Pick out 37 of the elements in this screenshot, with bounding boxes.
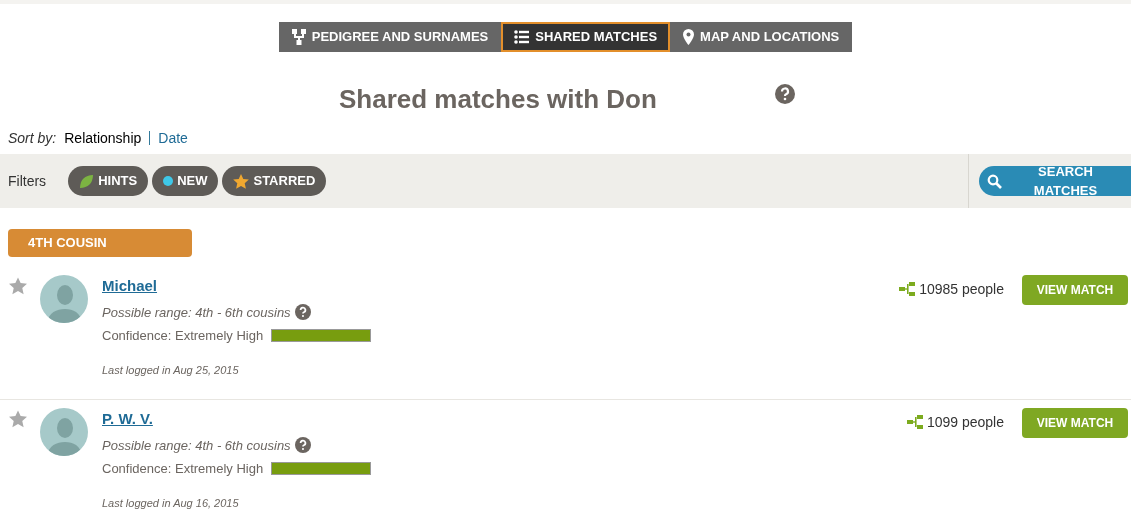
sort-label: Sort by:	[8, 128, 57, 148]
last-login: Last logged in Aug 25, 2015	[102, 362, 240, 378]
help-icon	[775, 84, 795, 104]
help-icon[interactable]	[294, 304, 311, 321]
confidence-text: Confidence: Extremely High	[102, 327, 264, 345]
avatar	[40, 275, 88, 323]
tree-size: 10985 people	[919, 279, 1004, 299]
tab[interactable]: SHARED MATCHES	[501, 22, 671, 52]
filter-button[interactable]: STARRED	[222, 166, 327, 196]
star-icon[interactable]	[9, 410, 27, 428]
match-name-link[interactable]: Michael	[102, 275, 158, 298]
location-pin-icon	[683, 29, 695, 45]
sort-option[interactable]: Relationship	[64, 127, 142, 149]
dot-icon	[163, 176, 174, 186]
group-header: 4TH COUSIN	[8, 229, 192, 257]
sort-option[interactable]: Date	[158, 127, 188, 149]
leaf-icon	[79, 173, 95, 189]
tree-icon	[906, 415, 924, 429]
possible-range: Possible range: 4th - 6th cousins	[102, 436, 291, 455]
confidence-text: Confidence: Extremely High	[102, 460, 264, 478]
avatar	[40, 408, 88, 456]
star-icon[interactable]	[9, 277, 27, 295]
match-name-link[interactable]: P. W. V.	[102, 408, 153, 431]
list-icon	[514, 30, 530, 44]
possible-range: Possible range: 4th - 6th cousins	[102, 303, 291, 322]
tree-icon	[899, 282, 917, 296]
filter-button[interactable]: NEW	[152, 166, 219, 196]
search-matches-button[interactable]: SEARCH MATCHES	[979, 166, 1131, 196]
star-icon	[233, 173, 250, 189]
filters-label: Filters	[8, 171, 47, 191]
search-icon	[987, 173, 1002, 189]
last-login: Last logged in Aug 16, 2015	[102, 495, 240, 511]
page-title: Shared matches with Don	[339, 83, 657, 116]
help-icon[interactable]	[294, 437, 311, 454]
filter-button[interactable]: HINTS	[68, 166, 149, 196]
pedigree-icon	[291, 29, 306, 45]
tree-size: 1099 people	[926, 412, 1004, 432]
